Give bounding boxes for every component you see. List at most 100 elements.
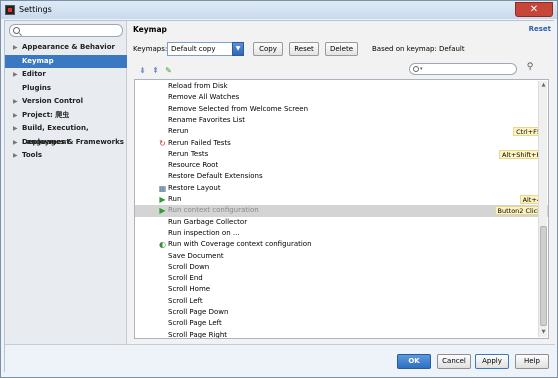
sidebar-item[interactable]: Keymap [5, 54, 127, 68]
action-row[interactable]: Reload from Disk [135, 81, 548, 92]
sidebar-item[interactable]: ▶ Editor [5, 68, 127, 82]
keymap-select[interactable]: Default copy ▼ [167, 42, 244, 56]
app-icon [5, 5, 15, 15]
sidebar-search[interactable] [9, 24, 123, 37]
action-label: Run [168, 195, 182, 203]
sidebar-item[interactable]: ▶ Project: 爬虫 [5, 109, 127, 123]
run-icon: ▶ [159, 206, 166, 216]
edit-icon[interactable]: ✎ [164, 66, 173, 75]
chevron-right-icon[interactable]: ▶ [13, 95, 18, 109]
reset-link[interactable]: Reset [529, 25, 551, 33]
sidebar-item[interactable]: ▶ Appearance & Behavior [5, 41, 127, 55]
action-row[interactable]: ▦ Restore Layout [135, 183, 548, 194]
reset-button[interactable]: Reset [289, 42, 319, 56]
sidebar-item[interactable]: ▶ Version Control [5, 95, 127, 109]
sidebar-item-label: Keymap [22, 56, 54, 65]
chevron-right-icon[interactable]: ▶ [13, 41, 18, 55]
chevron-right-icon[interactable]: ▶ [13, 136, 18, 150]
action-row[interactable]: Scroll Home [135, 284, 548, 295]
action-label: Rerun Failed Tests [168, 138, 231, 147]
help-button[interactable]: Help [515, 354, 549, 369]
action-label: Resource Root [168, 161, 219, 170]
chevron-right-icon[interactable]: ▶ [13, 149, 18, 163]
action-label: Run Garbage Collector [168, 217, 248, 226]
action-row[interactable]: Scroll Down [135, 262, 548, 273]
action-row[interactable]: Remove Selected from Welcome Screen [135, 104, 548, 115]
based-on-label: Based on keymap: Default [372, 45, 465, 53]
action-row[interactable]: Scroll Page Left [135, 318, 548, 329]
sidebar: ▶ Appearance & Behavior Keymap ▶ Editor Plugi… [5, 21, 127, 344]
shortcut-badge: Button2 Click [494, 206, 544, 216]
rerun-failed-icon: ↻ [159, 138, 166, 148]
action-row[interactable]: ▶ Run context configuration Button2 Click [135, 205, 548, 217]
sidebar-item[interactable]: Plugins [5, 82, 127, 96]
action-row[interactable]: Run Garbage Collector [135, 217, 548, 228]
action-label: Rerun Tests [168, 149, 209, 158]
scrollbar-thumb[interactable] [540, 226, 547, 326]
action-row[interactable]: ◐ Run with Coverage context configuration [135, 239, 548, 250]
action-row[interactable]: Resource Root [135, 160, 548, 171]
sidebar-item-label: Appearance & Behavior [22, 43, 115, 51]
chevron-right-icon[interactable]: ▶ [13, 122, 18, 136]
sidebar-item-label: Project: 爬虫 [22, 110, 70, 119]
expand-all-icon[interactable]: ⇟ [138, 66, 147, 75]
sidebar-item[interactable]: ▶ Languages & Frameworks [5, 136, 127, 150]
action-row[interactable]: Rerun Tests Alt+Shift+R [135, 149, 548, 160]
search-options-icon[interactable]: ▾ [420, 66, 423, 72]
action-row[interactable]: ▶ Run Alt+4 [135, 194, 548, 205]
chevron-down-icon[interactable]: ▼ [232, 42, 244, 56]
action-search[interactable]: ▾ [409, 63, 517, 75]
action-row[interactable]: Scroll Page Down [135, 307, 548, 318]
action-row[interactable]: Restore Default Extensions [135, 171, 548, 182]
action-row[interactable]: Remove All Watches [135, 92, 548, 103]
apply-button[interactable]: Apply [475, 354, 509, 369]
sidebar-item[interactable]: ▶ Build, Execution, Deployment [5, 122, 127, 146]
action-label: Scroll Down [168, 262, 210, 271]
action-label: Scroll Page Down [168, 308, 229, 316]
sidebar-item-label: Version Control [22, 97, 83, 105]
scroll-down-icon[interactable]: ▼ [540, 329, 547, 336]
close-button[interactable]: ✕ [515, 2, 553, 17]
action-row[interactable]: Scroll Page Right [135, 330, 548, 338]
collapse-all-icon[interactable]: ⇞ [151, 66, 160, 75]
action-row[interactable]: ↻ Rerun Failed Tests [135, 138, 548, 149]
coverage-icon: ◐ [159, 240, 166, 250]
sidebar-item-label: Tools [22, 151, 43, 159]
window-title: Settings [19, 5, 52, 14]
sidebar-search-input[interactable] [22, 26, 120, 35]
action-label: Remove All Watches [168, 93, 240, 102]
chevron-right-icon[interactable]: ▶ [13, 68, 18, 82]
find-by-shortcut-icon[interactable]: ⚲ [524, 62, 536, 74]
cancel-button[interactable]: Cancel [437, 354, 471, 369]
ok-button[interactable]: OK [397, 354, 431, 369]
sidebar-item-label: Plugins [22, 83, 52, 92]
search-icon [413, 66, 419, 72]
action-label: Run with Coverage context configuration [168, 240, 312, 249]
keymap-panel: Keymap Reset Keymaps: Default copy ▼ Cop… [128, 21, 555, 344]
scroll-up-icon[interactable]: ▲ [540, 82, 547, 89]
action-label: Scroll Page Left [168, 319, 222, 328]
action-label: Run context configuration [168, 206, 259, 215]
scrollbar[interactable]: ▲ ▼ [538, 81, 547, 337]
action-label: Rerun [168, 127, 189, 136]
sidebar-item[interactable]: ▶ Tools [5, 149, 127, 163]
action-row[interactable]: Run inspection on ... [135, 228, 548, 239]
action-label: Remove Selected from Welcome Screen [168, 104, 309, 113]
dialog-footer: OK Cancel Apply Help [5, 344, 555, 373]
action-label: Rename Favorites List [168, 115, 246, 124]
delete-button[interactable]: Delete [325, 42, 358, 56]
action-row[interactable]: Scroll Left [135, 296, 548, 307]
keymaps-label: Keymaps: [133, 45, 168, 53]
action-row[interactable]: Rerun Ctrl+F5 [135, 126, 548, 137]
action-label: Save Document [168, 251, 224, 260]
title-bar[interactable]: Settings ✕ [1, 1, 557, 19]
settings-window: Settings ✕ ▶ Appearance & Behavior Keymap ▶… [0, 0, 558, 378]
action-row[interactable]: Scroll End [135, 273, 548, 284]
action-row[interactable]: Save Document [135, 251, 548, 262]
sidebar-item-label: Languages & Frameworks [22, 137, 124, 146]
chevron-right-icon[interactable]: ▶ [13, 109, 18, 123]
settings-tree: ▶ Appearance & Behavior Keymap ▶ Editor Plugi… [5, 41, 127, 163]
settings-content: ▶ Appearance & Behavior Keymap ▶ Editor Plugi… [4, 20, 555, 373]
action-row[interactable]: Rename Favorites List [135, 115, 548, 126]
copy-button[interactable]: Copy [253, 42, 283, 56]
